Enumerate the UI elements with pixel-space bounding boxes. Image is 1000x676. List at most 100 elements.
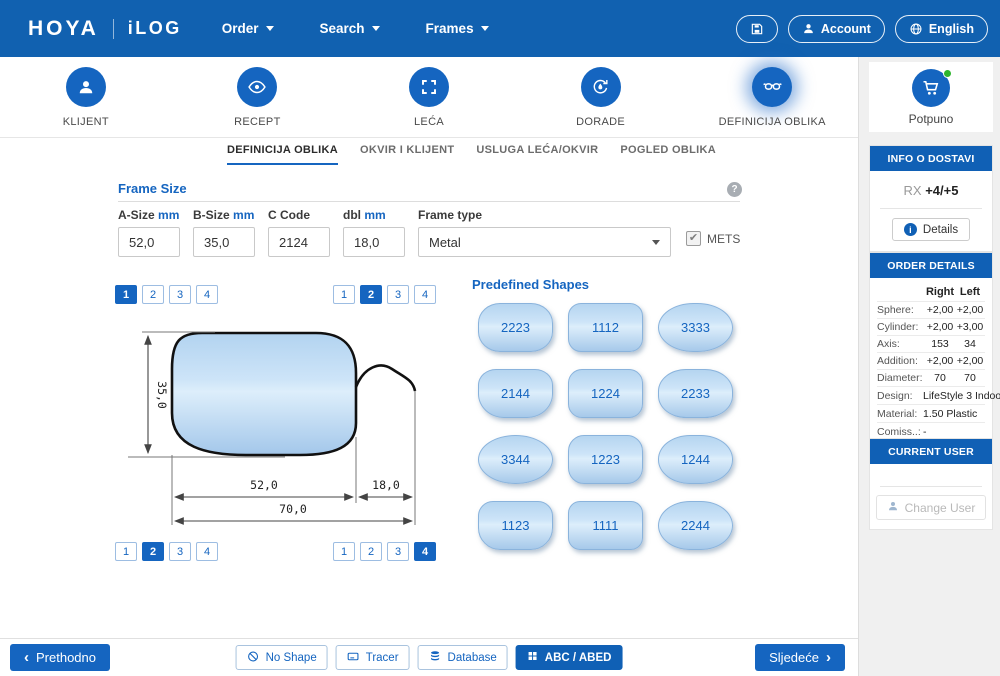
shape-option[interactable]: 1111 [568, 501, 643, 550]
shape-option[interactable]: 1224 [568, 369, 643, 418]
corner-button-3[interactable]: 3 [387, 542, 409, 561]
corner-group-bottom-left: 1 2 3 4 [115, 542, 218, 561]
corner-button-1[interactable]: 1 [333, 542, 355, 561]
tab-okvir-i-klijent[interactable]: OKVIR I KLIJENT [360, 144, 454, 165]
next-button[interactable]: Sljedeće [755, 644, 845, 671]
shape-option[interactable]: 2144 [478, 369, 553, 418]
corner-button-2[interactable]: 2 [360, 542, 382, 561]
corner-button-3[interactable]: 3 [169, 542, 191, 561]
dbl-field: dbl mm [343, 208, 407, 257]
mets-checkbox-group[interactable]: METS [686, 231, 740, 246]
corner-button-1[interactable]: 1 [333, 285, 355, 304]
sub-tabs: DEFINICIJA OBLIKA OKVIR I KLIJENT USLUGA… [227, 144, 716, 165]
step-definicija-oblika[interactable]: DEFINICIJA OBLIKA [707, 67, 837, 128]
database-button[interactable]: Database [418, 645, 508, 670]
step-klijent[interactable]: KLIJENT [21, 67, 151, 128]
tab-usluga-leca-okvir[interactable]: USLUGA LEĆA/OKVIR [476, 144, 598, 165]
details-button[interactable]: Details [892, 218, 970, 241]
table-row: Diameter: 70 70 [877, 369, 985, 386]
step-recept[interactable]: RECEPT [192, 67, 322, 128]
order-details-card: ORDER DETAILS Right Left Sphere: +2,00 +… [869, 252, 993, 448]
table-header-row: Right Left [877, 282, 985, 301]
corner-button-3[interactable]: 3 [387, 285, 409, 304]
divider [880, 486, 982, 487]
corner-button-1[interactable]: 1 [115, 285, 137, 304]
chevron-down-icon [481, 26, 489, 31]
table-row: Addition: +2,00 +2,00 [877, 352, 985, 369]
corner-button-2[interactable]: 2 [360, 285, 382, 304]
menu-search[interactable]: Search [320, 21, 380, 36]
order-status-card: Potpuno [869, 62, 993, 132]
previous-button[interactable]: Prethodno [10, 644, 110, 671]
person-icon [66, 67, 106, 107]
shape-option[interactable]: 2233 [658, 369, 733, 418]
step-label: DEFINICIJA OBLIKA [719, 116, 826, 128]
account-button[interactable]: Account [788, 15, 885, 43]
brand-logo: HOYA iLOG [28, 17, 182, 41]
dbl-label: dbl mm [343, 208, 407, 222]
table-row: Material: 1.50 Plastic [877, 404, 985, 422]
abc-abed-button[interactable]: ABC / ABED [516, 645, 623, 670]
frame-size-title: Frame Size [118, 181, 187, 196]
step-leca[interactable]: LEĆA [364, 67, 494, 128]
save-button[interactable] [736, 15, 778, 43]
tracer-button[interactable]: Tracer [336, 645, 410, 670]
corner-button-4[interactable]: 4 [414, 285, 436, 304]
shape-option[interactable]: 1123 [478, 501, 553, 550]
a-size-input[interactable] [118, 227, 180, 257]
frame-type-select[interactable]: Metal [418, 227, 671, 257]
b-size-input[interactable] [193, 227, 255, 257]
current-user-header: CURRENT USER [870, 439, 992, 464]
corner-button-4[interactable]: 4 [196, 285, 218, 304]
predefined-shapes-grid: 2223 1112 3333 2144 1224 2233 3344 1223 … [478, 303, 736, 550]
corner-group-top-right: 1 2 3 4 [333, 285, 436, 304]
corner-button-2[interactable]: 2 [142, 285, 164, 304]
menu-order[interactable]: Order [222, 21, 274, 36]
grid-icon [527, 650, 539, 665]
right-sidebar: Potpuno INFO O DOSTAVI RX +4/+5 Details … [858, 57, 1000, 676]
corner-button-1[interactable]: 1 [115, 542, 137, 561]
dbl-input[interactable] [343, 227, 405, 257]
table-row: Sphere: +2,00 +2,00 [877, 301, 985, 318]
help-icon[interactable] [727, 182, 742, 197]
bridge-curve [356, 366, 415, 391]
b-size-label: B-Size mm [193, 208, 257, 222]
corner-button-2[interactable]: 2 [142, 542, 164, 561]
language-button[interactable]: English [895, 15, 988, 43]
account-label: Account [821, 22, 871, 36]
order-details-header: ORDER DETAILS [870, 253, 992, 278]
corner-button-4[interactable]: 4 [196, 542, 218, 561]
c-code-field: C Code [268, 208, 332, 257]
c-code-input[interactable] [268, 227, 330, 257]
details-label: Details [923, 224, 958, 236]
change-user-button[interactable]: Change User [876, 495, 987, 520]
chevron-down-icon [652, 240, 660, 245]
shape-option[interactable]: 2223 [478, 303, 553, 352]
table-row: Design: LifeStyle 3 Indoor [877, 386, 985, 404]
abc-abed-label: ABC / ABED [545, 652, 612, 664]
corner-button-3[interactable]: 3 [169, 285, 191, 304]
shape-option[interactable]: 2244 [658, 501, 733, 550]
dim-dbl: 18,0 [372, 478, 400, 492]
mets-checkbox[interactable] [686, 231, 701, 246]
tab-pogled-oblika[interactable]: POGLED OBLIKA [620, 144, 716, 165]
shape-option[interactable]: 3333 [658, 303, 733, 352]
shape-option[interactable]: 3344 [478, 435, 553, 484]
section-divider [118, 201, 740, 202]
step-label: KLIJENT [63, 116, 109, 128]
next-label: Sljedeće [769, 650, 819, 665]
no-shape-button[interactable]: No Shape [236, 645, 328, 670]
shape-option[interactable]: 1223 [568, 435, 643, 484]
step-dorade[interactable]: DORADE [536, 67, 666, 128]
shape-option[interactable]: 1112 [568, 303, 643, 352]
table-row: Cylinder: +2,00 +3,00 [877, 318, 985, 335]
menu-frames[interactable]: Frames [426, 21, 489, 36]
shape-option[interactable]: 1244 [658, 435, 733, 484]
rx-value-line: RX +4/+5 [870, 171, 992, 208]
tab-definicija-oblika[interactable]: DEFINICIJA OBLIKA [227, 144, 338, 165]
no-shape-label: No Shape [266, 652, 317, 664]
change-user-label: Change User [905, 501, 976, 515]
expand-icon [409, 67, 449, 107]
a-size-label: A-Size mm [118, 208, 182, 222]
corner-button-4[interactable]: 4 [414, 542, 436, 561]
